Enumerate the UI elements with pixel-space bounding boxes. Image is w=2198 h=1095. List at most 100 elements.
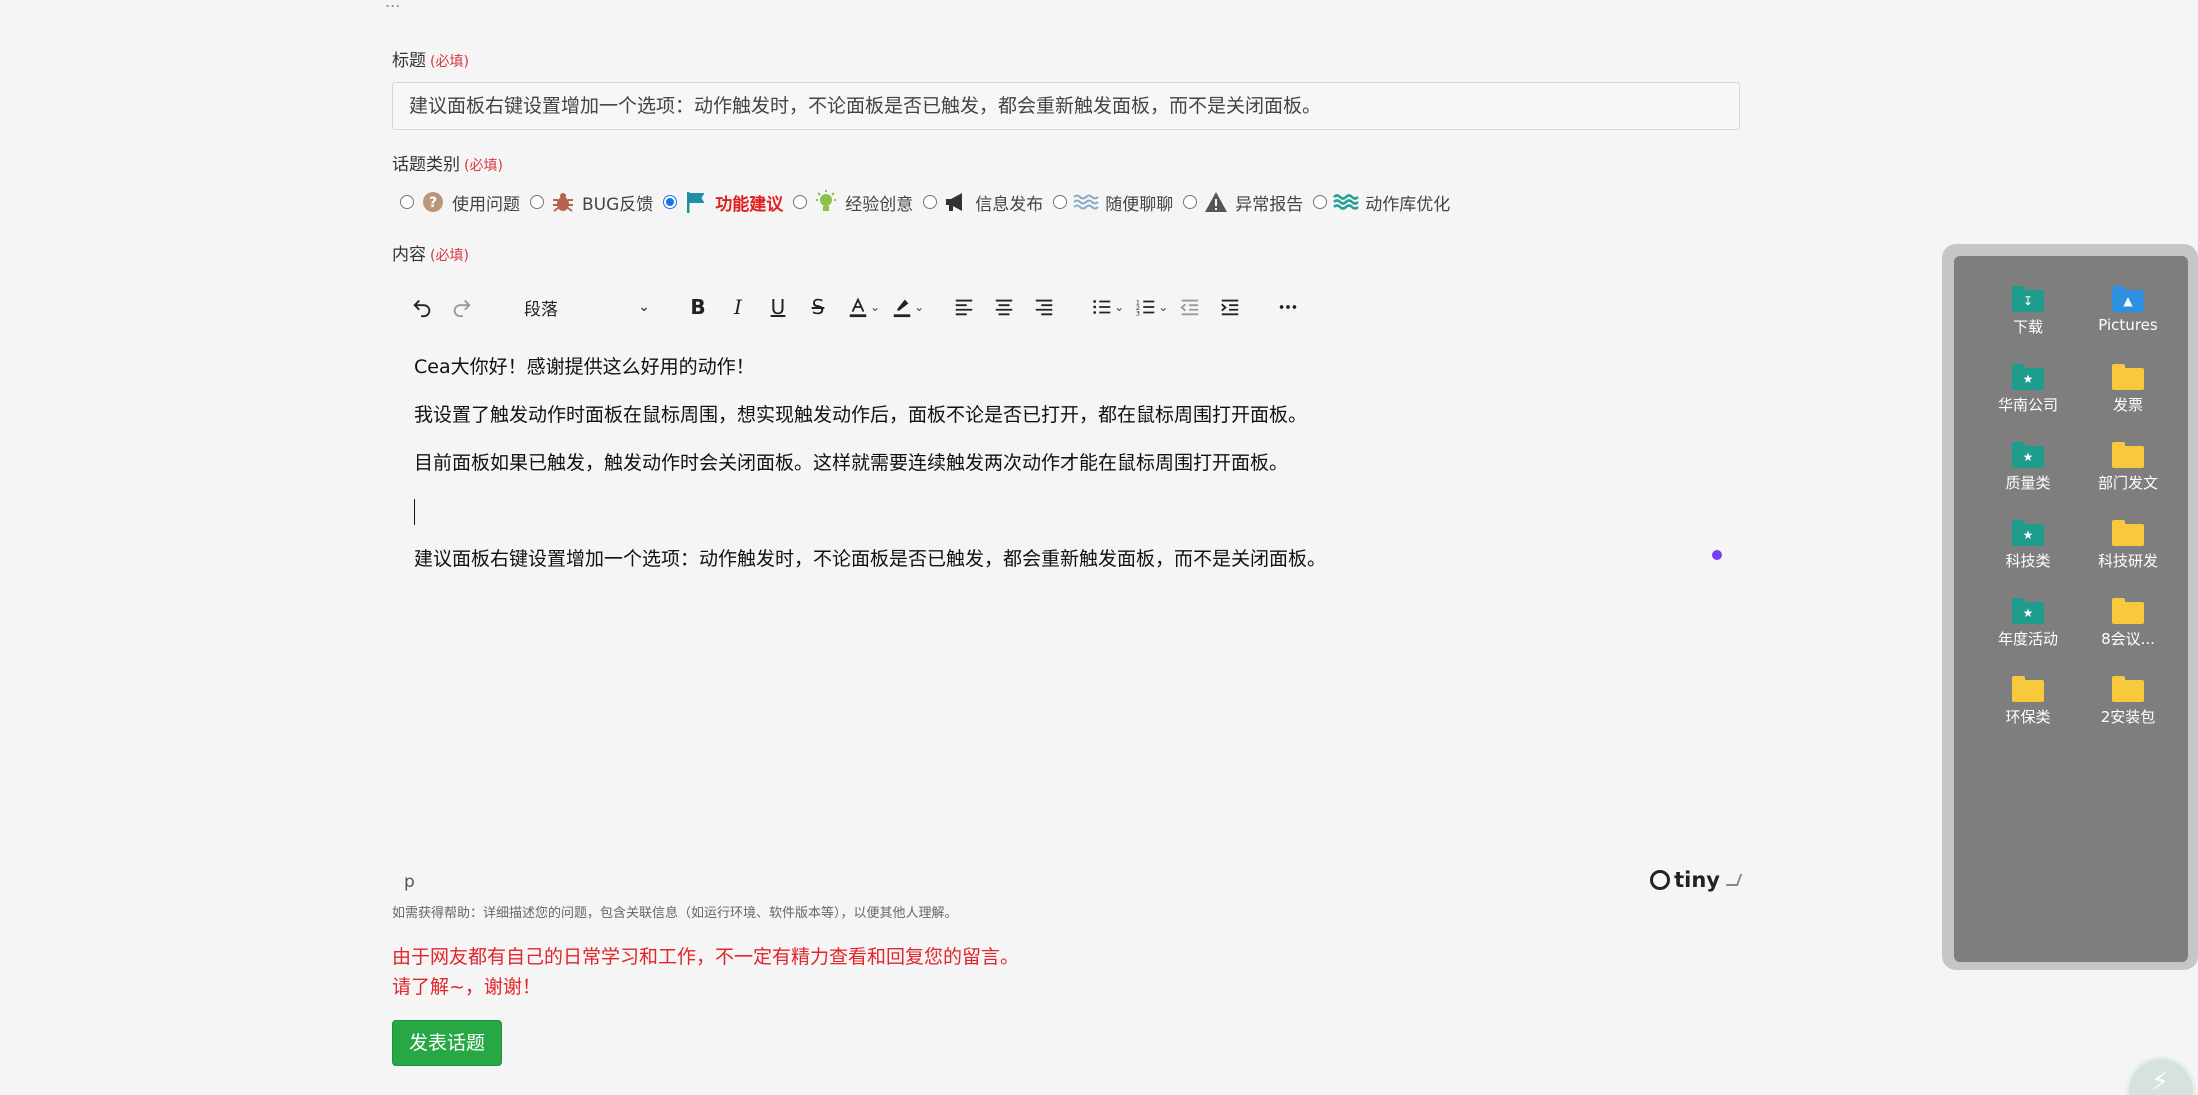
folder-label: Pictures (2098, 316, 2158, 334)
tiny-logo[interactable]: tiny (1650, 868, 1743, 892)
category-option-idea[interactable]: 经验创意 (793, 190, 913, 215)
required-mark: (必填) (430, 54, 469, 70)
folder-label: 科技类 (2005, 552, 2051, 570)
category-option-chat[interactable]: 随便聊聊 (1053, 190, 1173, 215)
svg-text:?: ? (429, 195, 437, 211)
align-center-button[interactable] (984, 288, 1024, 326)
bullet-list-icon (1093, 300, 1111, 314)
lightbulb-icon (813, 190, 839, 214)
title-input[interactable]: 建议面板右键设置增加一个选项：动作触发时，不论面板是否已触发，都会重新触发面板，… (392, 82, 1740, 130)
folder-label: 年度活动 (1997, 630, 2058, 648)
content-paragraph: 我设置了触发动作时面板在鼠标周围，想实现触发动作后，面板不论是否已打开，都在鼠标… (414, 404, 1308, 426)
pictures-folder-icon: ▲ (2112, 286, 2144, 312)
folder-label: 质量类 (2005, 474, 2051, 492)
folder-item[interactable]: ★ 质量类 (1978, 436, 2078, 514)
tiny-brand-text: tiny (1674, 868, 1720, 892)
folder-icon: ★ (2012, 364, 2044, 390)
folder-item-downloads[interactable]: ↧ 下载 (1978, 280, 2078, 358)
indent-button[interactable] (1210, 288, 1250, 326)
chevron-down-icon[interactable]: ⌄ (1158, 300, 1168, 314)
floating-action-button[interactable]: ⚡ (2126, 1056, 2196, 1095)
category-option-bug[interactable]: BUG反馈 (530, 190, 653, 215)
submit-topic-button[interactable]: 发表话题 (392, 1020, 503, 1066)
required-mark: (必填) (430, 248, 469, 264)
chevron-down-icon[interactable]: ⌄ (914, 300, 924, 314)
folder-icon (2112, 442, 2144, 468)
block-format-select[interactable]: 段落 ⌄ (494, 288, 660, 326)
status-dot (1712, 550, 1722, 560)
folder-item[interactable]: 2安装包 (2078, 670, 2178, 748)
text-color-icon (849, 297, 867, 318)
radio-button[interactable] (400, 195, 414, 209)
redo-button[interactable] (442, 288, 482, 326)
folder-item[interactable]: ★ 华南公司 (1978, 358, 2078, 436)
align-left-icon (955, 299, 973, 316)
category-option-feature[interactable]: 功能建议 (663, 190, 783, 215)
folder-item[interactable]: 环保类 (1978, 670, 2078, 748)
editor-content[interactable]: Cea大你好！感谢提供这么好用的动作！ 我设置了触发动作时面板在鼠标周围，想实现… (414, 352, 1714, 592)
megaphone-icon (943, 190, 969, 214)
resize-handle-icon[interactable] (1725, 874, 1743, 886)
folder-item[interactable]: 部门发文 (2078, 436, 2178, 514)
radio-button[interactable] (793, 195, 808, 209)
folder-item[interactable]: 8会议... (2078, 592, 2178, 670)
radio-button[interactable] (1053, 195, 1068, 209)
radio-button[interactable] (530, 195, 544, 209)
help-text: 如需获得帮助：详细描述您的问题，包含关联信息（如运行环境、软件版本等），以便其他… (392, 906, 958, 921)
folder-item[interactable]: ★ 科技类 (1978, 514, 2078, 592)
align-center-icon (995, 299, 1013, 316)
folder-icon: ★ (2012, 442, 2044, 468)
category-label: 功能建议 (715, 194, 784, 215)
align-right-button[interactable] (1024, 288, 1064, 326)
folder-label: 发票 (2112, 396, 2143, 414)
folder-item[interactable]: 发票 (2078, 358, 2178, 436)
warning-line: 请了解~，谢谢！ (392, 976, 541, 998)
category-label: 话题类别 (必填) (392, 150, 503, 175)
radio-button[interactable] (1183, 195, 1198, 209)
folder-item-pictures[interactable]: ▲ Pictures (2078, 280, 2178, 358)
underline-button[interactable]: U (758, 288, 798, 326)
folder-icon (2112, 676, 2144, 702)
folder-icon: ★ (2012, 598, 2044, 624)
bold-button[interactable]: B (678, 288, 718, 326)
strikethrough-button[interactable]: S (798, 288, 838, 326)
redo-icon (453, 299, 471, 318)
radio-button[interactable] (1313, 195, 1328, 209)
bold-icon: B (690, 295, 706, 319)
category-label: 动作库优化 (1365, 194, 1451, 215)
align-left-button[interactable] (944, 288, 984, 326)
category-option-announce[interactable]: 信息发布 (923, 190, 1043, 215)
radio-button[interactable] (923, 195, 938, 209)
folder-icon (2012, 676, 2044, 702)
folder-icon (2112, 520, 2144, 546)
outdent-button[interactable] (1170, 288, 1210, 326)
category-option-exception[interactable]: 异常报告 (1183, 190, 1303, 215)
editor-status-path[interactable]: p (404, 872, 415, 892)
underline-icon: U (770, 295, 786, 319)
folder-item[interactable]: 科技研发 (2078, 514, 2178, 592)
undo-button[interactable] (402, 288, 442, 326)
indent-icon (1221, 299, 1239, 316)
folder-item[interactable]: ★ 年度活动 (1978, 592, 2078, 670)
strikethrough-icon: S (811, 295, 825, 319)
folder-label: 8会议... (2101, 630, 2155, 648)
folder-grid: ↧ 下载 ▲ Pictures ★ 华南公司 发票 ★ 质量类 部门发文 ★ 科… (1978, 280, 2178, 748)
category-label: 异常报告 (1235, 194, 1304, 215)
category-label: 经验创意 (845, 194, 914, 215)
chevron-down-icon[interactable]: ⌄ (1114, 300, 1124, 314)
chevron-down-icon[interactable]: ⌄ (870, 300, 880, 314)
editor-toolbar: 段落 ⌄ B I U S ⌄ ⌄ ⌄ 123 ⌄ (402, 288, 1308, 326)
folder-label: 科技研发 (2097, 552, 2158, 570)
more-button[interactable] (1268, 288, 1308, 326)
folder-icon: ★ (2012, 520, 2044, 546)
water-icon (1333, 190, 1360, 214)
lightning-icon: ⚡ (2151, 1067, 2170, 1095)
folder-label: 下载 (2012, 318, 2043, 336)
radio-button-selected[interactable] (663, 195, 678, 209)
italic-button[interactable]: I (718, 288, 758, 326)
category-option-library[interactable]: 动作库优化 (1313, 190, 1450, 215)
title-label: 标题 (必填) (392, 46, 469, 71)
more-icon (1280, 305, 1297, 309)
category-option-usage[interactable]: ? 使用问题 (400, 190, 520, 215)
category-label: 随便聊聊 (1105, 194, 1174, 215)
